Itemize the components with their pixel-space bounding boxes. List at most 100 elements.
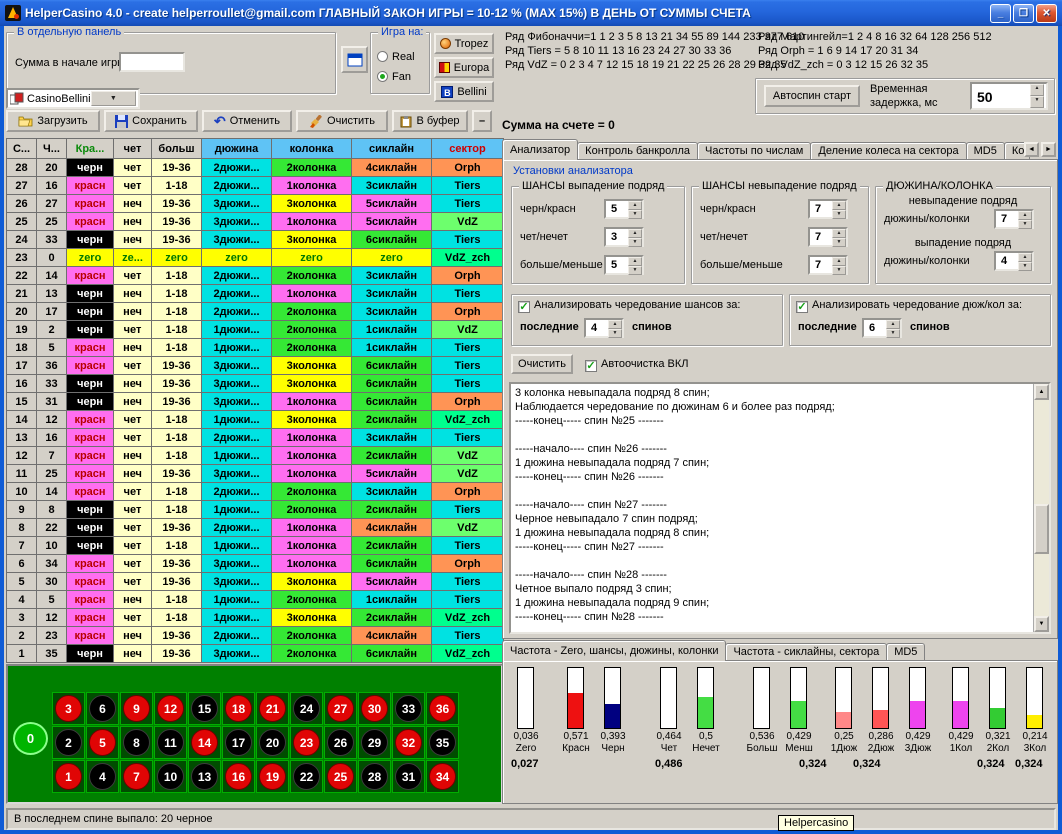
scroll-down-icon[interactable]: ▼ [1034, 616, 1049, 632]
tab-freq-sixlines-sectors[interactable]: Частота - сиклайны, сектора [725, 643, 887, 661]
board-number-29[interactable]: 29 [361, 729, 388, 756]
board-cell[interactable]: 5 [86, 726, 119, 759]
board-cell[interactable]: 36 [426, 692, 459, 725]
spin-down[interactable]: ▼ [608, 329, 622, 338]
tab-number-frequencies[interactable]: Частоты по числам [697, 142, 811, 160]
board-cell[interactable]: 11 [154, 726, 187, 759]
spin-down[interactable]: ▼ [628, 238, 642, 247]
board-cell[interactable]: 18 [222, 692, 255, 725]
alt-dozen-checkbox[interactable]: ✓Анализировать чередование дюж/кол за: [796, 299, 1022, 313]
to-clipboard-button[interactable]: В буфер [392, 110, 468, 132]
scrollbar-thumb[interactable] [1034, 504, 1049, 554]
board-number-10[interactable]: 10 [157, 763, 184, 790]
dozen-appear-spinedit[interactable]: 4▲▼ [994, 251, 1034, 271]
board-cell[interactable]: 27 [324, 692, 357, 725]
board-number-14[interactable]: 14 [191, 729, 218, 756]
radio-fan[interactable]: Fan [377, 71, 411, 83]
board-number-36[interactable]: 36 [429, 695, 456, 722]
alt-dozen-spinedit[interactable]: 6▲▼ [862, 318, 902, 338]
appear-highlow-spinedit[interactable]: 5▲▼ [604, 255, 644, 275]
board-number-1[interactable]: 1 [55, 763, 82, 790]
board-number-35[interactable]: 35 [429, 729, 456, 756]
board-cell[interactable]: 22 [290, 760, 323, 793]
board-number-25[interactable]: 25 [327, 763, 354, 790]
board-number-18[interactable]: 18 [225, 695, 252, 722]
tab-scroll-left-icon[interactable]: ◄ [1024, 142, 1039, 157]
board-number-11[interactable]: 11 [157, 729, 184, 756]
board-cell[interactable]: 1 [52, 760, 85, 793]
appear-evenodd-spinedit[interactable]: 3▲▼ [604, 227, 644, 247]
spin-down[interactable]: ▼ [628, 266, 642, 275]
load-button[interactable]: Загрузить [6, 110, 100, 132]
board-number-20[interactable]: 20 [259, 729, 286, 756]
spin-up[interactable]: ▲ [832, 257, 846, 266]
spin-down[interactable]: ▼ [832, 210, 846, 219]
analyzer-log[interactable]: 3 колонка невыпадала подряд 8 спин; Набл… [509, 382, 1051, 634]
start-sum-input[interactable] [119, 52, 185, 72]
board-number-8[interactable]: 8 [123, 729, 150, 756]
board-cell[interactable]: 9 [120, 692, 153, 725]
board-number-26[interactable]: 26 [327, 729, 354, 756]
board-cell[interactable]: 12 [154, 692, 187, 725]
autoclear-checkbox[interactable]: ✓Автоочистка ВКЛ [585, 358, 688, 372]
board-number-2[interactable]: 2 [55, 729, 82, 756]
board-cell[interactable]: 35 [426, 726, 459, 759]
tab-freq-zero-chances[interactable]: Частота - Zero, шансы, дюжины, колонки [502, 640, 726, 661]
board-number-7[interactable]: 7 [123, 763, 150, 790]
board-cell[interactable]: 19 [256, 760, 289, 793]
europa-button[interactable]: Europa [434, 57, 494, 78]
board-cell[interactable]: 17 [222, 726, 255, 759]
board-cell[interactable]: 21 [256, 692, 289, 725]
spin-down[interactable]: ▼ [832, 266, 846, 275]
spin-up[interactable]: ▲ [1018, 253, 1032, 262]
board-cell[interactable]: 16 [222, 760, 255, 793]
board-number-28[interactable]: 28 [361, 763, 388, 790]
board-number-27[interactable]: 27 [327, 695, 354, 722]
board-cell[interactable]: 34 [426, 760, 459, 793]
board-cell[interactable]: 23 [290, 726, 323, 759]
board-cell[interactable]: 14 [188, 726, 221, 759]
minimize-button[interactable]: _ [990, 4, 1011, 23]
board-cell[interactable]: 8 [120, 726, 153, 759]
spin-up[interactable]: ▲ [832, 229, 846, 238]
board-cell[interactable]: 3 [52, 692, 85, 725]
board-number-24[interactable]: 24 [293, 695, 320, 722]
board-cell[interactable]: 31 [392, 760, 425, 793]
board-cell[interactable]: 29 [358, 726, 391, 759]
board-cell[interactable]: 4 [86, 760, 119, 793]
tab-bankroll-control[interactable]: Контроль банкролла [577, 142, 698, 160]
board-number-32[interactable]: 32 [395, 729, 422, 756]
board-cell[interactable]: 2 [52, 726, 85, 759]
close-button[interactable]: ✕ [1036, 4, 1057, 23]
board-cell[interactable]: 15 [188, 692, 221, 725]
clear-button[interactable]: Очистить [296, 110, 388, 132]
board-number-4[interactable]: 4 [89, 763, 116, 790]
noappear-highlow-spinedit[interactable]: 7▲▼ [808, 255, 848, 275]
board-cell[interactable]: 32 [392, 726, 425, 759]
board-number-6[interactable]: 6 [89, 695, 116, 722]
spin-up[interactable]: ▲ [608, 320, 622, 329]
spin-up[interactable]: ▲ [628, 229, 642, 238]
board-number-16[interactable]: 16 [225, 763, 252, 790]
spin-up[interactable]: ▲ [886, 320, 900, 329]
scroll-up-icon[interactable]: ▲ [1034, 384, 1049, 400]
board-number-22[interactable]: 22 [293, 763, 320, 790]
spin-down[interactable]: ▼ [832, 238, 846, 247]
board-cell[interactable]: 7 [120, 760, 153, 793]
alt-chances-spinedit[interactable]: 4▲▼ [584, 318, 624, 338]
board-number-23[interactable]: 23 [293, 729, 320, 756]
board-number-33[interactable]: 33 [395, 695, 422, 722]
save-button[interactable]: Сохранить [104, 110, 198, 132]
board-cell[interactable]: 33 [392, 692, 425, 725]
radio-real[interactable]: Real [377, 51, 415, 63]
alt-chances-checkbox[interactable]: ✓Анализировать чередование шансов за: [518, 299, 740, 313]
casino-combobox[interactable]: CasinoBellini ▼ [6, 88, 140, 109]
board-number-13[interactable]: 13 [191, 763, 218, 790]
combo-dropdown-arrow[interactable]: ▼ [91, 91, 136, 106]
tropez-button[interactable]: Tropez [434, 33, 494, 54]
board-cell[interactable]: 25 [324, 760, 357, 793]
board-cell[interactable]: 20 [256, 726, 289, 759]
board-cell[interactable]: 28 [358, 760, 391, 793]
maximize-button[interactable]: ❐ [1013, 4, 1034, 23]
spin-up[interactable]: ▲ [628, 201, 642, 210]
